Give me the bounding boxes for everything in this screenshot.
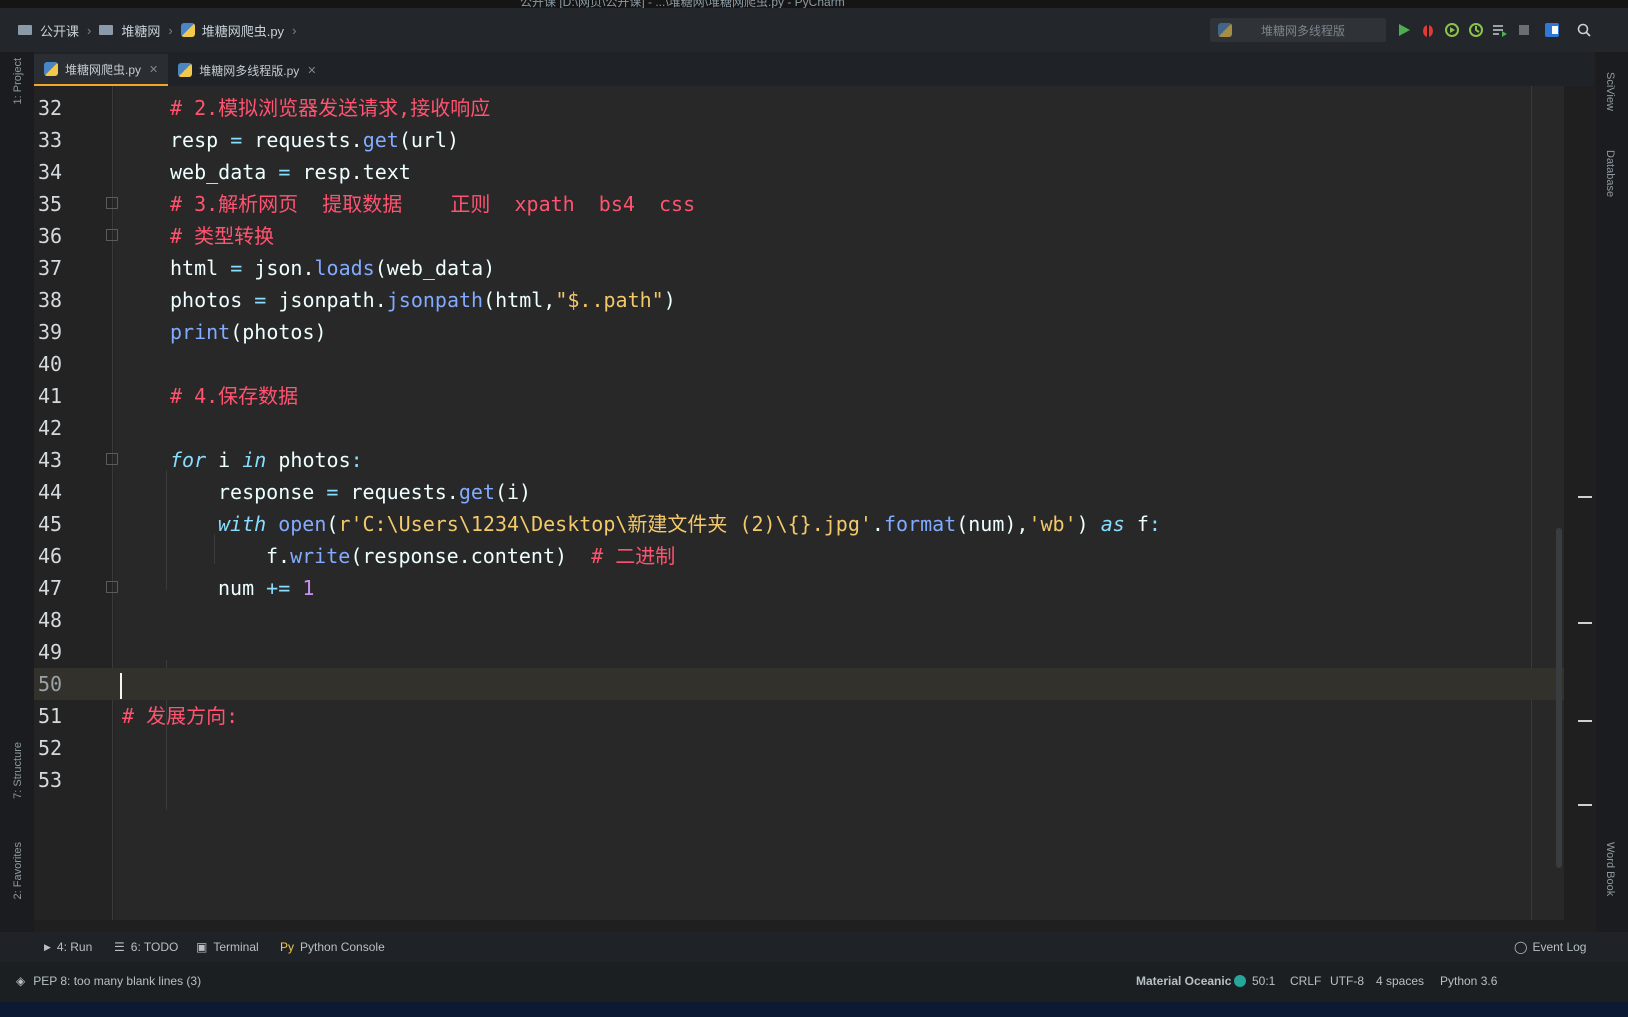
layers-icon: ◈ (16, 974, 26, 988)
code-line: 33 resp = requests.get(url) (38, 128, 460, 152)
code-line: 52 (38, 736, 63, 760)
run-with-icon[interactable] (1492, 22, 1508, 38)
debug-icon[interactable] (1420, 22, 1436, 38)
tool-structure[interactable]: 7: Structure (12, 742, 24, 799)
code-line: 51 # 发展方向: (38, 704, 239, 728)
python-console-icon: Py (280, 940, 295, 954)
breadcrumb-root[interactable]: 公开课 (40, 21, 79, 40)
code-line: 37 html = json.loads(web_data) (38, 256, 496, 280)
code-line: 44 response = requests.get(i) (38, 480, 532, 504)
python-file-icon (44, 62, 58, 76)
python-file-icon (180, 23, 195, 37)
close-icon[interactable]: ✕ (149, 63, 158, 76)
code-line: 48 (38, 608, 63, 632)
folder-icon (18, 25, 32, 35)
code-line: 36 # 类型转换 (38, 224, 275, 248)
code-line-current: 50 (34, 668, 1564, 700)
tool-database[interactable]: Database (1604, 150, 1616, 197)
code-line: 38 photos = jsonpath.jsonpath(html,"$..pa… (38, 288, 676, 312)
status-position[interactable]: 50:1 (1252, 974, 1275, 988)
navigation-bar: 公开课 › 堆糖网 › 堆糖网爬虫.py › 堆糖网多线程版 ▼ (0, 8, 1628, 708)
tab-multithread[interactable]: 堆糖网多线程版.py ✕ (168, 54, 326, 86)
chevron-right-icon: › (87, 22, 92, 38)
run-icon[interactable] (1396, 22, 1412, 38)
tool-sciview[interactable]: SciView (1604, 72, 1616, 111)
theme-dot-icon (1234, 975, 1246, 987)
right-tool-strip: SciView Database Word Book (1596, 52, 1628, 932)
tab-label: 堆糖网多线程版.py (199, 63, 300, 78)
close-icon[interactable]: ✕ (307, 64, 316, 77)
left-tool-strip: 1: Project 7: Structure 2: Favorites (0, 52, 34, 932)
error-stripe-mark[interactable] (1578, 622, 1592, 624)
tool-favorites[interactable]: 2: Favorites (12, 842, 24, 899)
code-line: 40 (38, 352, 63, 376)
breadcrumb-file[interactable]: 堆糖网爬虫.py (202, 21, 284, 40)
tool-project[interactable]: 1: Project (12, 58, 24, 104)
translate-icon[interactable] (1544, 22, 1560, 38)
code-line: 53 (38, 768, 63, 792)
editor-tabs: 堆糖网爬虫.py ✕ 堆糖网多线程版.py ✕ (34, 52, 1594, 86)
todo-icon: ☰ (114, 940, 125, 954)
play-icon: ▶ (44, 941, 51, 952)
menu-bar: 公开课 [D:\网页\公开课] - ...\堆糖网\堆糖网爬虫.py - PyC… (0, 0, 1628, 8)
code-line: 45 with open(r'C:\Users\1234\Desktop\新建文件… (38, 512, 1161, 536)
python-icon (1218, 23, 1232, 37)
code-line: 46 f.write(response.content) # 二进制 (38, 544, 676, 568)
text-cursor (120, 673, 122, 699)
fold-marker-icon[interactable] (106, 581, 118, 593)
chevron-right-icon: › (168, 22, 173, 38)
fold-marker-icon[interactable] (106, 197, 118, 209)
code-line: 39 print(photos) (38, 320, 327, 344)
tool-terminal[interactable]: ▣ Terminal (196, 940, 259, 954)
tool-wordbook[interactable]: Word Book (1604, 842, 1616, 896)
event-log-icon: ◯ (1514, 940, 1528, 954)
code-line: 35 # 3.解析网页 提取数据 正则 xpath bs4 css (38, 192, 696, 216)
search-icon[interactable] (1576, 22, 1592, 38)
tool-event-log[interactable]: ◯ Event Log (1514, 940, 1586, 954)
code-line: 43 for i in photos: (38, 448, 363, 472)
fold-marker-icon[interactable] (106, 453, 118, 465)
error-stripe-mark[interactable] (1578, 720, 1592, 722)
status-bar: ◈ PEP 8: too many blank lines (3) Materia… (0, 962, 1628, 1002)
code-line: 42 (38, 416, 63, 440)
code-line: 41 # 4.保存数据 (38, 384, 299, 408)
code-line: 32 # 2.模拟浏览器发送请求,接收响应 (38, 96, 491, 120)
menu-title: 公开课 [D:\网页\公开课] - ...\堆糖网\堆糖网爬虫.py - PyC… (520, 0, 845, 8)
fold-marker-icon[interactable] (106, 229, 118, 241)
run-config-select[interactable]: 堆糖网多线程版 ▼ (1210, 18, 1386, 708)
error-stripe-mark[interactable] (1578, 496, 1592, 498)
tab-label: 堆糖网爬虫.py (65, 62, 142, 77)
breadcrumb-folder[interactable]: 堆糖网 (121, 21, 160, 40)
chevron-right-icon: › (292, 22, 297, 38)
folder-icon (99, 25, 114, 35)
error-stripe-mark[interactable] (1578, 804, 1592, 806)
coverage-icon[interactable] (1444, 22, 1460, 38)
status-theme[interactable]: Material Oceanic (1136, 974, 1231, 988)
vertical-scrollbar[interactable] (1556, 528, 1562, 868)
status-encoding[interactable]: UTF-8 (1330, 974, 1364, 988)
os-taskbar (0, 1002, 1628, 1017)
status-message[interactable]: ◈ PEP 8: too many blank lines (3) (16, 974, 201, 988)
code-line: 47 num += 1 (38, 576, 315, 600)
stop-icon[interactable] (1516, 22, 1532, 38)
terminal-icon: ▣ (196, 940, 208, 954)
tool-python-console[interactable]: Py Python Console (280, 940, 385, 954)
profile-icon[interactable] (1468, 22, 1484, 38)
status-indent[interactable]: 4 spaces (1376, 974, 1424, 988)
code-line: 34 web_data = resp.text (38, 160, 411, 184)
run-config-label: 堆糖网多线程版 (1261, 23, 1346, 38)
status-line-separator[interactable]: CRLF (1290, 974, 1321, 988)
status-interpreter[interactable]: Python 3.6 (1440, 974, 1497, 988)
tab-crawler[interactable]: 堆糖网爬虫.py ✕ (34, 54, 169, 86)
tool-todo[interactable]: ☰ 6: TODO (114, 940, 178, 954)
tool-run[interactable]: ▶ 4: Run (44, 940, 92, 954)
code-line: 49 (38, 640, 63, 664)
python-file-icon (178, 63, 193, 77)
breadcrumb: 公开课 › 堆糖网 › 堆糖网爬虫.py › (18, 21, 304, 40)
tool-window-bar: ▶ 4: Run ☰ 6: TODO ▣ Terminal Py Python Cons… (0, 932, 1628, 962)
